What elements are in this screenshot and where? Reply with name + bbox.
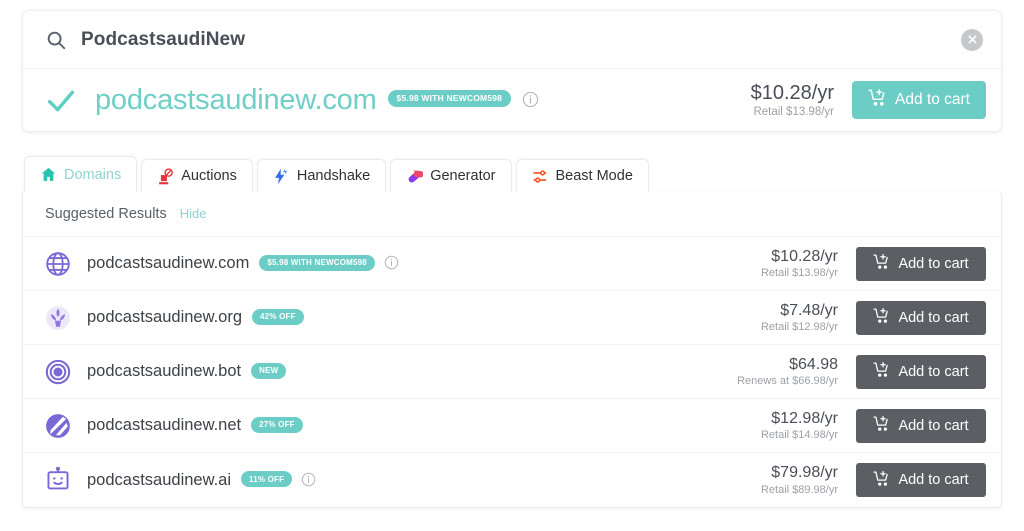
row-name-wrap: podcastsaudinew.ai 11% OFF (87, 471, 316, 490)
sliders-icon (532, 168, 549, 185)
suggested-results-header: Suggested Results Hide (23, 191, 1001, 237)
featured-result: podcastsaudinew.com $5.98 WITH NEWCOM598… (23, 69, 1001, 131)
capsule-icon (406, 168, 424, 185)
tab-bar: Domains Auctions Handshake Generator Bea… (22, 156, 1002, 192)
featured-price: $10.28/yr (750, 82, 834, 104)
suggested-results-panel: Suggested Results Hide podcastsaudinew.c… (22, 191, 1002, 508)
featured-add-to-cart-button[interactable]: Add to cart (852, 81, 986, 119)
suggested-results-title: Suggested Results (45, 205, 167, 222)
bolt-icon (273, 168, 290, 185)
info-icon[interactable] (522, 91, 539, 108)
row-price: $79.98/yr (771, 464, 838, 482)
target-icon (45, 359, 71, 385)
row-promo-badge: 27% OFF (251, 416, 303, 433)
row-name-wrap: podcastsaudinew.bot NEW (87, 362, 287, 381)
row-price-sub: Retail $13.98/yr (760, 267, 838, 280)
info-icon[interactable] (301, 472, 316, 487)
row-name-wrap: podcastsaudinew.com $5.98 WITH NEWCOM598 (87, 254, 399, 273)
table-row[interactable]: podcastsaudinew.org 42% OFF $7.48/yr Ret… (23, 291, 1001, 345)
row-domain-name[interactable]: podcastsaudinew.org (87, 308, 242, 327)
lotus-icon (45, 305, 71, 331)
row-price: $7.48/yr (780, 301, 838, 319)
add-to-cart-label: Add to cart (898, 363, 969, 380)
row-promo-badge: $5.98 WITH NEWCOM598 (259, 254, 375, 271)
row-promo-badge: 42% OFF (252, 308, 304, 325)
tab-beast-mode[interactable]: Beast Mode (515, 159, 649, 192)
add-to-cart-button[interactable]: Add to cart (856, 246, 986, 281)
tab-generator-label: Generator (430, 168, 496, 184)
clear-search-button[interactable] (961, 28, 983, 51)
add-to-cart-button[interactable]: Add to cart (856, 300, 986, 335)
tab-domains[interactable]: Domains (24, 156, 138, 192)
tab-auctions-label: Auctions (181, 168, 237, 184)
globe-icon (45, 251, 71, 277)
swoosh-icon (45, 413, 71, 439)
featured-price-block: $10.28/yr Retail $13.98/yr (751, 82, 834, 118)
row-price-block: $10.28/yr Retail $13.98/yr (761, 248, 838, 280)
table-row[interactable]: podcastsaudinew.bot NEW $64.98 Renews at… (23, 345, 1001, 399)
row-price-block: $7.48/yr Retail $12.98/yr (761, 302, 838, 334)
page-root: PodcastsaudiNew podcastsaudinew.com $5.9… (0, 0, 1024, 531)
row-price-sub: Retail $89.98/yr (760, 483, 838, 496)
cart-plus-icon (873, 253, 890, 274)
row-price-block: $12.98/yr Retail $14.98/yr (761, 410, 838, 442)
add-to-cart-label: Add to cart (898, 309, 969, 326)
tab-auctions[interactable]: Auctions (141, 159, 253, 192)
featured-promo-badge: $5.98 WITH NEWCOM598 (387, 89, 512, 107)
search-icon (45, 29, 67, 51)
row-domain-name[interactable]: podcastsaudinew.net (87, 416, 241, 435)
row-promo-badge: NEW (251, 362, 287, 379)
featured-add-to-cart-label: Add to cart (895, 91, 970, 108)
cart-plus-icon (873, 361, 890, 382)
info-icon[interactable] (384, 255, 399, 270)
search-card: PodcastsaudiNew podcastsaudinew.com $5.9… (22, 10, 1002, 132)
add-to-cart-button[interactable]: Add to cart (856, 408, 986, 443)
cart-plus-icon (868, 88, 887, 112)
row-price: $64.98 (789, 355, 838, 373)
cart-plus-icon (873, 470, 890, 491)
gavel-icon (157, 167, 174, 185)
cart-plus-icon (873, 415, 890, 436)
add-to-cart-label: Add to cart (898, 255, 969, 272)
add-to-cart-button[interactable]: Add to cart (856, 354, 986, 389)
add-to-cart-button[interactable]: Add to cart (856, 463, 986, 497)
row-name-wrap: podcastsaudinew.net 27% OFF (87, 416, 303, 435)
row-price-block: $64.98 Renews at $66.98/yr (737, 356, 838, 388)
row-price-sub: Retail $12.98/yr (760, 321, 838, 334)
check-icon (45, 85, 77, 115)
cart-plus-icon (873, 307, 890, 328)
table-row[interactable]: podcastsaudinew.ai 11% OFF $79.98/yr Ret… (23, 453, 1001, 507)
hide-results-link[interactable]: Hide (180, 206, 207, 221)
row-domain-name[interactable]: podcastsaudinew.bot (87, 362, 241, 381)
row-price-sub: Retail $14.98/yr (760, 429, 838, 442)
robot-icon (45, 466, 71, 493)
row-price: $12.98/yr (771, 409, 838, 427)
featured-name-wrap: podcastsaudinew.com $5.98 WITH NEWCOM598 (95, 84, 539, 117)
search-input[interactable]: PodcastsaudiNew (81, 29, 961, 51)
tab-generator[interactable]: Generator (390, 159, 512, 192)
row-promo-badge: 11% OFF (241, 471, 293, 487)
row-domain-name[interactable]: podcastsaudinew.com (87, 254, 249, 273)
tab-beast-mode-label: Beast Mode (555, 168, 633, 184)
search-bar[interactable]: PodcastsaudiNew (23, 11, 1001, 69)
add-to-cart-label: Add to cart (898, 417, 969, 434)
row-domain-name[interactable]: podcastsaudinew.ai (87, 471, 231, 490)
tab-handshake-label: Handshake (296, 168, 371, 184)
add-to-cart-label: Add to cart (898, 472, 969, 488)
row-price: $10.28/yr (771, 247, 838, 265)
table-row[interactable]: podcastsaudinew.com $5.98 WITH NEWCOM598… (23, 237, 1001, 291)
row-name-wrap: podcastsaudinew.org 42% OFF (87, 308, 304, 327)
tab-handshake[interactable]: Handshake (256, 159, 387, 192)
tab-domains-label: Domains (64, 166, 122, 183)
row-price-block: $79.98/yr Retail $89.98/yr (761, 464, 838, 496)
featured-domain-name[interactable]: podcastsaudinew.com (95, 84, 377, 117)
row-price-sub: Renews at $66.98/yr (737, 375, 838, 388)
home-icon (40, 166, 57, 183)
table-row[interactable]: podcastsaudinew.net 27% OFF $12.98/yr Re… (23, 399, 1001, 453)
featured-retail-price: Retail $13.98/yr (753, 106, 834, 118)
